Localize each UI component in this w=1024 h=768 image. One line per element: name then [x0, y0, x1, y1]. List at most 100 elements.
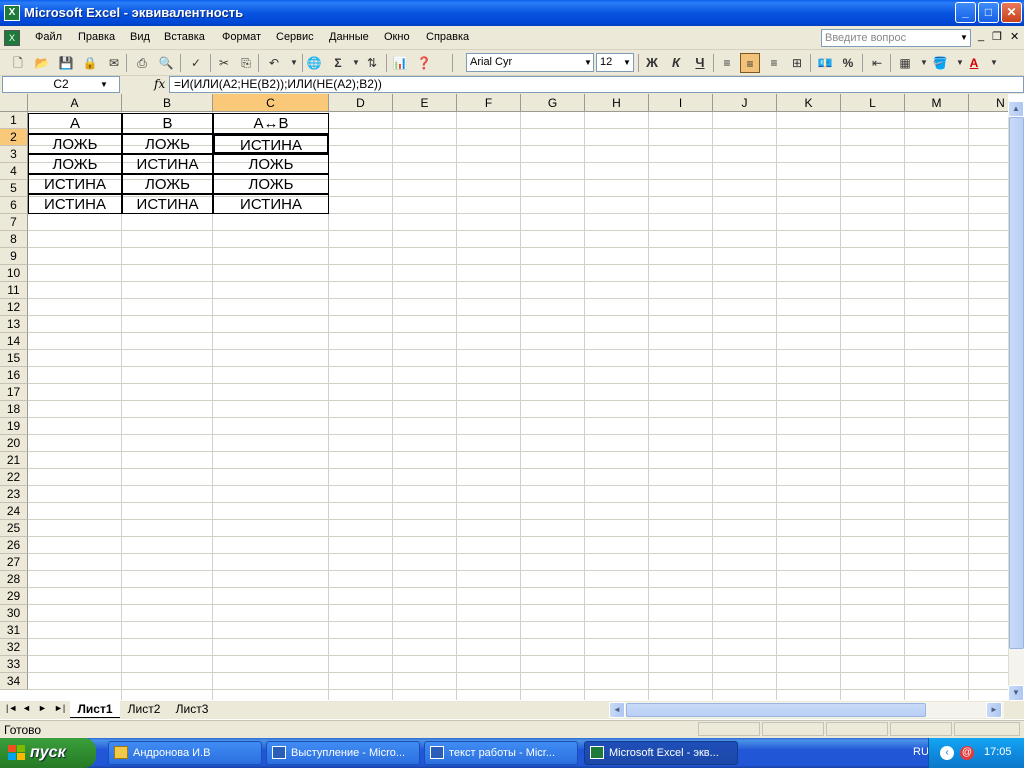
column-header-i[interactable]: I — [649, 94, 713, 112]
vertical-scroll-thumb[interactable] — [1009, 117, 1024, 649]
taskbar-button-word-2[interactable]: текст работы - Micr... — [424, 741, 578, 765]
column-header-j[interactable]: J — [713, 94, 777, 112]
font-name-dropdown-icon[interactable]: ▼ — [582, 54, 594, 71]
row-header-19[interactable]: 19 — [0, 418, 28, 435]
row-header-33[interactable]: 33 — [0, 656, 28, 673]
underline-button[interactable]: Ч — [690, 53, 710, 73]
font-name-select[interactable]: Arial Cyr — [466, 53, 594, 72]
row-header-22[interactable]: 22 — [0, 469, 28, 486]
row-header-23[interactable]: 23 — [0, 486, 28, 503]
row-header-29[interactable]: 29 — [0, 588, 28, 605]
cell-a3[interactable]: ЛОЖЬ — [28, 154, 122, 174]
row-header-30[interactable]: 30 — [0, 605, 28, 622]
cell-a4[interactable]: ИСТИНА — [28, 174, 122, 194]
font-color-button[interactable]: A — [964, 53, 984, 73]
tray-app-icon[interactable]: @ — [960, 746, 974, 760]
undo-dropdown-icon[interactable]: ▼ — [284, 53, 304, 73]
doc-restore-button[interactable]: ❐ — [992, 30, 1002, 43]
column-header-n[interactable]: N — [969, 94, 1008, 112]
row-header-18[interactable]: 18 — [0, 401, 28, 418]
row-header-3[interactable]: 3 — [0, 146, 28, 163]
cell-b5[interactable]: ИСТИНА — [122, 194, 213, 214]
scroll-up-icon[interactable]: ▲ — [1008, 101, 1024, 117]
cell-c3[interactable]: ЛОЖЬ — [213, 154, 329, 174]
help-icon[interactable]: ❓ — [414, 53, 434, 73]
row-header-28[interactable]: 28 — [0, 571, 28, 588]
cell-c2[interactable]: ИСТИНА — [213, 134, 329, 154]
column-header-m[interactable]: M — [905, 94, 969, 112]
horizontal-scroll-thumb[interactable] — [626, 703, 926, 717]
email-icon[interactable]: ✉ — [104, 53, 124, 73]
row-header-4[interactable]: 4 — [0, 163, 28, 180]
undo-icon[interactable]: ↶ — [264, 53, 284, 73]
name-box-dropdown-icon[interactable]: ▼ — [98, 77, 110, 92]
cell-a5[interactable]: ИСТИНА — [28, 194, 122, 214]
italic-button[interactable]: К — [666, 53, 686, 73]
maximize-button[interactable]: □ — [978, 2, 999, 23]
column-header-c[interactable]: C — [213, 94, 329, 112]
sheet-tab-3[interactable]: Лист3 — [168, 701, 216, 718]
row-header-27[interactable]: 27 — [0, 554, 28, 571]
column-header-a[interactable]: A — [28, 94, 122, 112]
column-header-l[interactable]: L — [841, 94, 905, 112]
menu-insert[interactable]: Вставка — [164, 31, 205, 43]
menu-tools[interactable]: Сервис — [276, 31, 314, 43]
sort-ascending-icon[interactable]: ⇅ — [362, 53, 382, 73]
close-button[interactable]: ✕ — [1001, 2, 1022, 23]
print-icon[interactable]: ⎙ — [132, 53, 152, 73]
scroll-right-icon[interactable]: ► — [986, 702, 1002, 718]
doc-minimize-button[interactable]: _ — [978, 30, 984, 42]
first-sheet-icon[interactable]: |◄ — [6, 703, 17, 713]
save-icon[interactable]: 💾 — [56, 53, 76, 73]
row-header-15[interactable]: 15 — [0, 350, 28, 367]
decrease-indent-icon[interactable]: ⇤ — [867, 53, 887, 73]
bold-button[interactable]: Ж — [642, 53, 662, 73]
language-indicator[interactable]: RU — [913, 746, 929, 758]
cell-c4[interactable]: ЛОЖЬ — [213, 174, 329, 194]
column-header-b[interactable]: B — [122, 94, 213, 112]
sheet-tab-2[interactable]: Лист2 — [120, 701, 168, 718]
cell-b1[interactable]: B — [122, 113, 213, 134]
menu-view[interactable]: Вид — [130, 31, 150, 43]
row-header-7[interactable]: 7 — [0, 214, 28, 231]
row-header-13[interactable]: 13 — [0, 316, 28, 333]
column-header-f[interactable]: F — [457, 94, 521, 112]
row-header-12[interactable]: 12 — [0, 299, 28, 316]
row-header-16[interactable]: 16 — [0, 367, 28, 384]
select-all-corner[interactable] — [0, 94, 28, 112]
excel-icon[interactable]: X — [4, 5, 20, 21]
tray-expand-icon[interactable]: ‹ — [940, 746, 954, 760]
row-header-17[interactable]: 17 — [0, 384, 28, 401]
formula-input[interactable]: =И(ИЛИ(A2;НЕ(B2));ИЛИ(НЕ(A2);B2)) — [169, 76, 1024, 93]
align-right-icon[interactable]: ≡ — [764, 53, 784, 73]
menu-data[interactable]: Данные — [329, 31, 369, 43]
scroll-down-icon[interactable]: ▼ — [1008, 685, 1024, 701]
menu-file[interactable]: Файл — [35, 31, 62, 43]
help-search-input[interactable]: Введите вопрос — [821, 29, 971, 47]
menu-help[interactable]: Справка — [426, 31, 469, 43]
font-color-dropdown-icon[interactable]: ▼ — [984, 53, 1004, 73]
next-sheet-icon[interactable]: ► — [38, 703, 47, 713]
fill-color-icon[interactable]: 🪣 — [930, 53, 950, 73]
row-header-1[interactable]: 1 — [0, 112, 28, 129]
column-header-e[interactable]: E — [393, 94, 457, 112]
taskbar-button-word-1[interactable]: Выступление - Micro... — [266, 741, 420, 765]
open-folder-icon[interactable]: 📂 — [32, 53, 52, 73]
menu-window[interactable]: Окно — [384, 31, 410, 43]
help-dropdown-icon[interactable]: ▼ — [958, 30, 970, 46]
row-header-9[interactable]: 9 — [0, 248, 28, 265]
merge-center-icon[interactable]: ⊞ — [787, 53, 807, 73]
column-header-h[interactable]: H — [585, 94, 649, 112]
row-header-2[interactable]: 2 — [0, 129, 28, 146]
last-sheet-icon[interactable]: ►| — [54, 703, 65, 713]
currency-icon[interactable]: 💶 — [815, 53, 835, 73]
column-header-d[interactable]: D — [329, 94, 393, 112]
spelling-icon[interactable]: ✓ — [186, 53, 206, 73]
cell-b3[interactable]: ИСТИНА — [122, 154, 213, 174]
cell-c5[interactable]: ИСТИНА — [213, 194, 329, 214]
permission-icon[interactable]: 🔒 — [80, 53, 100, 73]
row-header-26[interactable]: 26 — [0, 537, 28, 554]
cut-icon[interactable]: ✂ — [214, 53, 234, 73]
chart-wizard-icon[interactable]: 📊 — [390, 53, 410, 73]
copy-icon[interactable]: ⎘ — [236, 53, 256, 73]
